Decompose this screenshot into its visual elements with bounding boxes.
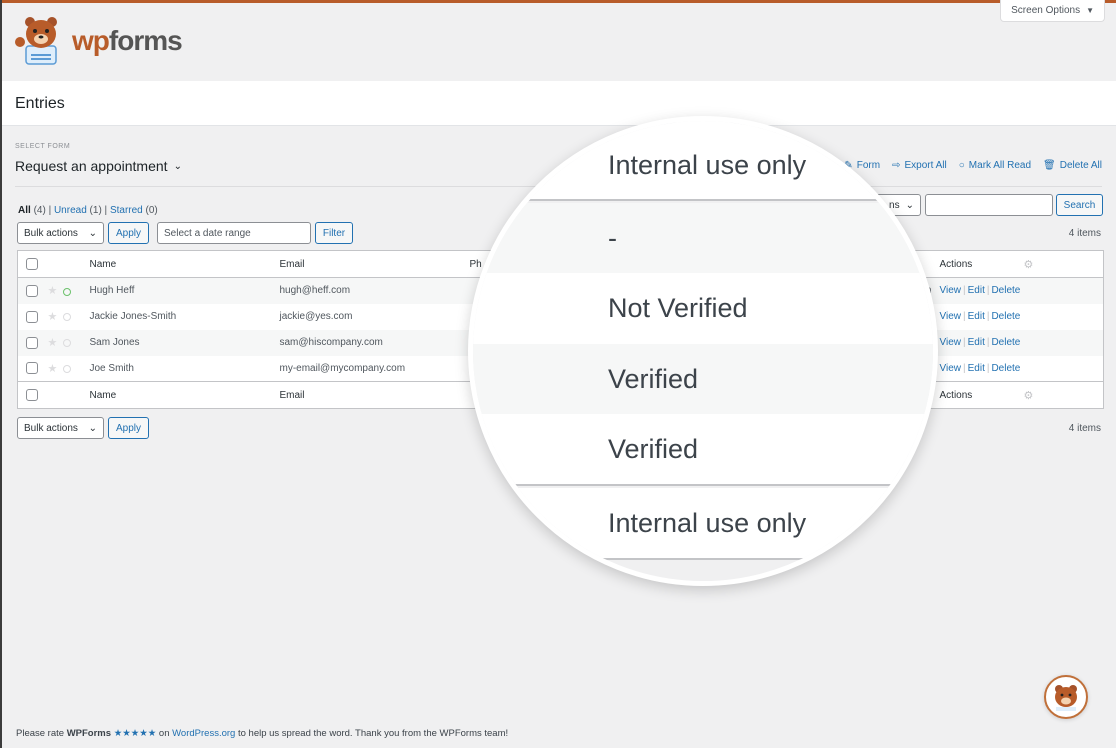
edit-link[interactable]: Edit	[968, 285, 985, 296]
help-button[interactable]	[1044, 675, 1088, 719]
edit-link[interactable]: Edit	[968, 337, 985, 348]
read-status-icon[interactable]	[62, 287, 71, 296]
brand-wordmark: wpforms	[72, 25, 183, 56]
footer-rating: Please rate WPForms ★★★★★ on WordPress.o…	[16, 728, 509, 739]
read-status-icon[interactable]	[62, 365, 71, 374]
items-count-bottom: 4 items	[1068, 423, 1101, 434]
circle-icon: ○	[958, 160, 965, 171]
filter-button[interactable]: Filter	[315, 222, 353, 244]
chevron-down-icon: ⌄	[173, 160, 182, 172]
magnified-row: Not Verified	[473, 273, 933, 344]
delete-all-link[interactable]: 🗑 Delete All	[1043, 160, 1102, 171]
top-accent-bar	[2, 0, 1116, 3]
column-name-footer[interactable]: Name	[89, 381, 280, 409]
edit-link[interactable]: Edit	[968, 363, 985, 374]
star-icon[interactable]: ★	[48, 363, 58, 375]
form-selector[interactable]: Request an appointment ⌄	[15, 158, 182, 174]
wpforms-logo: wpforms	[14, 16, 183, 66]
row-checkbox[interactable]	[26, 284, 38, 297]
gear-icon[interactable]: ⚙	[1024, 390, 1034, 402]
bear-mascot-icon	[15, 17, 57, 65]
apply-button-bottom[interactable]: Apply	[108, 417, 149, 439]
view-link[interactable]: View	[940, 337, 962, 348]
caret-down-icon: ▼	[1086, 6, 1094, 15]
edit-link[interactable]: Edit	[968, 311, 985, 322]
row-actions: View | Edit | Delete	[939, 285, 1021, 297]
entry-email: hugh@heff.com	[279, 285, 351, 297]
items-count-top: 4 items	[1068, 228, 1101, 239]
column-email-footer[interactable]: Email	[279, 381, 470, 409]
row-actions: View | Edit | Delete	[939, 337, 1021, 348]
read-status-icon[interactable]	[62, 339, 71, 348]
magnified-row: Verified	[473, 344, 933, 414]
bear-mascot-icon	[1055, 685, 1077, 711]
delete-link[interactable]: Delete	[991, 363, 1020, 374]
entry-name: Jackie Jones-Smith	[89, 311, 177, 322]
rating-stars-link[interactable]: ★★★★★	[114, 728, 157, 739]
selected-form: Request an appointment	[15, 158, 168, 174]
entry-name: Hugh Heff	[89, 285, 135, 297]
view-link[interactable]: View	[940, 363, 962, 374]
date-range-input[interactable]: Select a date range	[157, 222, 311, 244]
wordpress-org-link[interactable]: WordPress.org	[172, 728, 235, 739]
row-actions: View | Edit | Delete	[939, 311, 1021, 322]
magnified-row: Internal use only	[473, 121, 933, 201]
view-starred[interactable]: Starred	[110, 205, 143, 216]
row-checkbox[interactable]	[26, 336, 38, 349]
column-actions-footer: Actions	[939, 381, 1024, 409]
view-link[interactable]: View	[940, 311, 962, 322]
select-all-checkbox-bottom[interactable]	[26, 389, 38, 401]
view-all[interactable]: All	[18, 205, 31, 216]
column-actions: Actions	[939, 250, 1024, 278]
row-actions: View | Edit | Delete	[939, 362, 1021, 374]
row-checkbox[interactable]	[26, 310, 38, 323]
star-icon[interactable]: ★	[48, 311, 58, 323]
bulk-actions-select-top[interactable]: Bulk actions ⌄	[17, 222, 104, 244]
bulk-actions-select-bottom[interactable]: Bulk actions ⌄	[17, 417, 104, 439]
mark-all-read-link[interactable]: ○ Mark All Read	[959, 160, 1031, 171]
column-email[interactable]: Email	[279, 250, 470, 278]
entry-name: Joe Smith	[89, 362, 134, 374]
magnified-row: Verified	[473, 414, 933, 486]
row-checkbox[interactable]	[26, 362, 38, 375]
gear-icon[interactable]: ⚙	[1024, 259, 1034, 271]
read-status-icon[interactable]	[62, 313, 71, 322]
screen-options-button[interactable]: Screen Options ▼	[1000, 0, 1105, 22]
trash-icon: 🗑	[1043, 160, 1056, 171]
delete-link[interactable]: Delete	[991, 285, 1020, 296]
magnified-row: -	[473, 203, 933, 273]
view-unread[interactable]: Unread	[54, 205, 87, 216]
screen-options-label: Screen Options	[1011, 5, 1081, 16]
magnifier-callout: Internal use only - Not Verified Verifie…	[468, 116, 938, 586]
delete-link[interactable]: Delete	[991, 337, 1020, 348]
view-filters: All (4) | Unread (1) | Starred (0)	[18, 205, 158, 216]
delete-link[interactable]: Delete	[991, 311, 1020, 322]
star-icon[interactable]: ★	[48, 337, 58, 349]
magnified-row: Internal use only	[473, 488, 933, 560]
page-title: Entries	[15, 95, 65, 112]
entry-email: my-email@mycompany.com	[279, 362, 406, 374]
chevron-down-icon: ⌄	[88, 227, 97, 239]
entry-email: jackie@yes.com	[279, 311, 353, 322]
apply-button-top[interactable]: Apply	[108, 222, 149, 244]
search-input[interactable]	[925, 194, 1053, 216]
select-all-checkbox[interactable]	[26, 258, 38, 270]
entry-email: sam@hiscompany.com	[279, 337, 383, 348]
title-bar: Entries	[2, 81, 1116, 126]
view-link[interactable]: View	[940, 285, 962, 296]
column-name[interactable]: Name	[89, 250, 280, 278]
star-icon[interactable]: ★	[48, 285, 58, 297]
select-form-label: SELECT FORM	[15, 143, 71, 150]
chevron-down-icon: ⌄	[88, 422, 97, 434]
entry-name: Sam Jones	[89, 337, 140, 348]
search-button[interactable]: Search	[1056, 194, 1103, 216]
